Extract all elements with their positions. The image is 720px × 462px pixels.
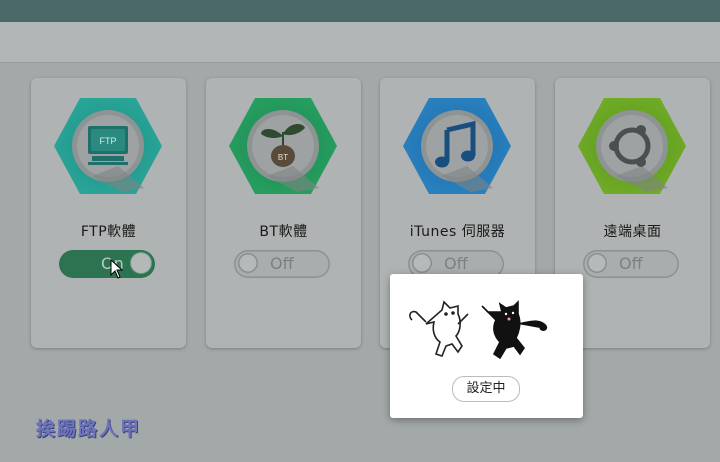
toggle-state-label: Off [270,254,294,273]
toolbar [0,22,720,63]
ftp-server-icon: FTP [54,98,162,194]
loading-dialog: 設定中 [390,274,583,418]
status-badge: 設定中 [452,376,520,402]
bt-toggle[interactable]: Off [234,250,330,278]
mouse-cursor-icon [110,259,124,279]
toggle-knob[interactable] [131,253,151,273]
watermark-text: 挨踢路人甲 [36,418,142,440]
dancing-cats-icon [409,300,548,360]
toggle-state-label: Off [444,254,468,273]
app-name: FTP軟體 [80,224,137,240]
app-name: iTunes 伺服器 [409,224,506,240]
svg-text:FTP: FTP [100,136,117,146]
app-card-bt: BT BT軟體 Off [206,78,361,348]
app-card-ftp: FTP FTP軟體 On [31,78,186,348]
remote-desktop-icon [578,98,686,194]
top-bar [0,0,720,22]
bt-sprout-icon: BT [229,98,337,194]
app-name: BT軟體 [259,224,308,240]
toggle-knob[interactable] [412,253,432,273]
app-name: 遠端桌面 [603,224,662,240]
remote-desktop-toggle[interactable]: Off [583,250,679,278]
toggle-knob[interactable] [587,253,607,273]
ftp-toggle[interactable]: On [59,250,155,278]
toggle-state-label: Off [619,254,643,273]
svg-text:BT: BT [278,153,288,162]
toggle-knob[interactable] [238,253,258,273]
music-note-icon [403,98,511,194]
